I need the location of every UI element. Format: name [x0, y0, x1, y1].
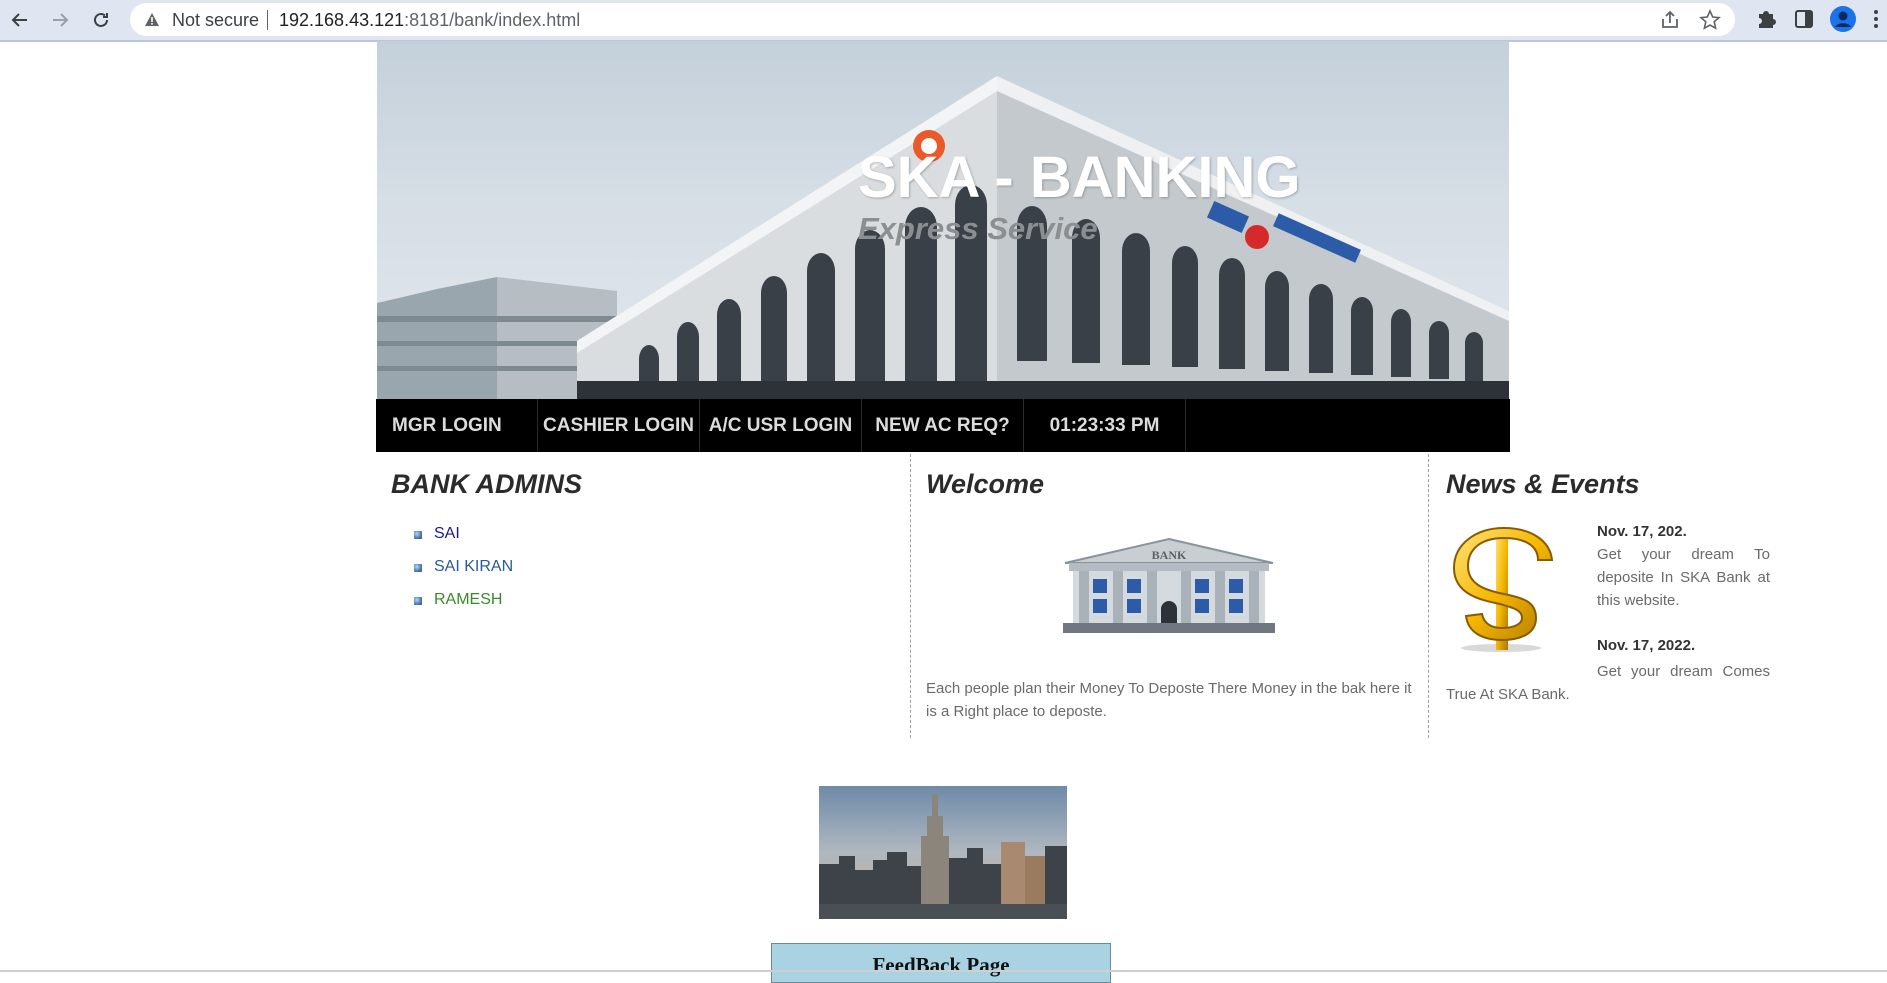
url-path: :8181/bank/index.html	[404, 10, 581, 30]
welcome-text: Each people plan their Money To Deposte …	[926, 680, 1412, 720]
feedback-page-button[interactable]: FeedBack Page	[771, 943, 1111, 983]
bookmark-star-icon[interactable]	[1699, 9, 1721, 31]
news-date: Nov. 17, 202.	[1597, 523, 1687, 540]
admins-list: SAI SAI KIRAN RAMESH	[405, 524, 513, 623]
news-item-date-block: Nov. 17, 2022.	[1597, 637, 1770, 654]
warning-icon	[145, 13, 159, 26]
menu-account-user-login[interactable]: A/C USR LOGIN	[700, 399, 862, 452]
news-text: Get your dream Comes True At SKA Bank.	[1446, 663, 1770, 703]
address-bar[interactable]: Not secure 192.168.43.121:8181/bank/inde…	[130, 3, 1735, 36]
column-divider	[910, 454, 911, 738]
dollar-sign-image	[1452, 526, 1554, 652]
extensions-button[interactable]	[1753, 6, 1779, 32]
reload-button[interactable]	[87, 6, 115, 34]
admin-name[interactable]: SAI KIRAN	[434, 558, 513, 575]
news-item: Nov. 17, 202. Get your dream To deposite…	[1597, 523, 1770, 612]
news-text: Get your dream To deposite In SKA Bank a…	[1597, 546, 1770, 609]
bullet-icon	[414, 531, 422, 539]
side-panel-icon	[1795, 10, 1813, 28]
menu-cashier-login[interactable]: CASHIER LOGIN	[538, 399, 700, 452]
profile-button[interactable]	[1830, 6, 1856, 32]
admin-name[interactable]: SAI	[434, 525, 460, 542]
bullet-icon	[414, 597, 422, 605]
site-title: SKA - BANKING	[858, 145, 1301, 210]
admins-heading: BANK ADMINS	[391, 469, 582, 499]
share-icon[interactable]	[1659, 9, 1681, 31]
side-panel-button[interactable]	[1791, 6, 1817, 32]
bank-building-image: BANK	[1063, 537, 1275, 633]
column-divider	[1428, 454, 1429, 738]
reload-icon	[94, 12, 108, 27]
city-skyline-image	[819, 786, 1067, 919]
puzzle-icon	[1759, 11, 1776, 28]
admin-name[interactable]: RAMESH	[434, 591, 502, 608]
news-date: Nov. 17, 2022.	[1597, 637, 1696, 654]
bullet-icon	[414, 564, 422, 572]
back-button[interactable]	[6, 6, 34, 34]
url-text[interactable]: 192.168.43.121:8181/bank/index.html	[279, 10, 580, 31]
menu-button[interactable]	[1868, 6, 1884, 32]
url-host: 192.168.43.121	[279, 10, 405, 30]
security-label[interactable]: Not secure	[172, 10, 259, 31]
kebab-menu-icon	[1874, 10, 1878, 28]
bank-image-label: BANK	[1152, 548, 1187, 562]
admin-item[interactable]: RAMESH	[405, 590, 513, 623]
admin-item[interactable]: SAI	[405, 524, 513, 557]
clock-display: 01:23:33 PM	[1024, 399, 1186, 452]
browser-toolbar: Not secure 192.168.43.121:8181/bank/inde…	[0, 0, 1887, 42]
site-subtitle: Express Service	[858, 211, 1098, 246]
welcome-section: Welcome BANK Each people plan their Mone…	[926, 454, 1424, 738]
welcome-heading: Welcome	[926, 469, 1045, 499]
omnibox-separator	[267, 10, 268, 30]
admin-item[interactable]: SAI KIRAN	[405, 557, 513, 590]
site-header: SKA - BANKING Express Service	[377, 41, 1509, 399]
admins-section: BANK ADMINS SAI SAI KIRAN RAMESH	[391, 454, 901, 738]
main-menu: MGR LOGIN CASHIER LOGIN A/C USR LOGIN NE…	[376, 399, 1510, 452]
forward-arrow-icon	[53, 13, 69, 27]
back-arrow-icon	[11, 13, 27, 27]
forward-button[interactable]	[46, 6, 74, 34]
avatar-icon	[1830, 6, 1856, 32]
news-heading: News & Events	[1446, 469, 1640, 499]
menu-new-account-request[interactable]: NEW AC REQ?	[862, 399, 1024, 452]
news-section: News & Events Nov. 17, 202. Get your dre…	[1446, 454, 1771, 738]
menu-mgr-login[interactable]: MGR LOGIN	[376, 399, 538, 452]
